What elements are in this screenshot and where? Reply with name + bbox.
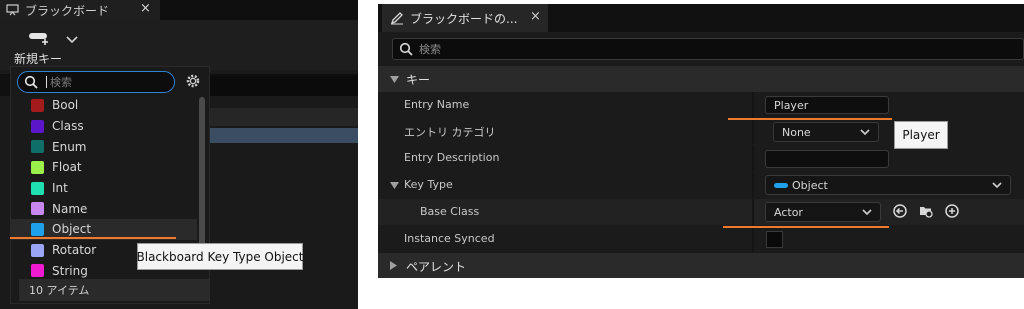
browse-icon[interactable]: [918, 203, 934, 219]
new-key-label: 新規キー: [14, 52, 63, 66]
type-color-swatch: [31, 119, 44, 133]
base-class-row: Base Class Actor: [378, 199, 1024, 225]
combo-value: None: [782, 125, 811, 139]
column-divider: [752, 226, 754, 252]
section-title: キー: [406, 73, 431, 87]
scrollbar[interactable]: [199, 97, 205, 247]
close-icon[interactable]: ×: [140, 1, 151, 16]
close-icon[interactable]: ×: [530, 9, 541, 24]
list-item-enum[interactable]: Enum: [11, 136, 197, 157]
search-field[interactable]: [392, 38, 1024, 60]
collapse-triangle-icon[interactable]: [390, 182, 399, 189]
section-title: ペアレント: [406, 260, 467, 274]
search-input[interactable]: [419, 41, 719, 57]
new-key-button[interactable]: 新規キー: [12, 28, 88, 68]
chevron-down-icon: [992, 182, 1002, 189]
tooltip: Player: [894, 121, 948, 149]
panel-background: [210, 76, 358, 96]
key-list-row: [210, 108, 358, 126]
search-field[interactable]: [17, 71, 175, 93]
item-label: String: [52, 263, 88, 278]
item-label: Bool: [52, 98, 79, 113]
entry-name-field[interactable]: Player: [765, 96, 889, 114]
entry-name-row: Entry Name Player: [378, 92, 1024, 118]
object-type-pill: [774, 182, 788, 188]
instance-synced-row: Instance Synced: [378, 226, 1024, 252]
add-key-icon: [29, 33, 48, 45]
highlight-underline: [728, 118, 892, 120]
list-item-class[interactable]: Class: [11, 116, 197, 137]
search-icon: [24, 75, 38, 89]
type-color-swatch: [31, 98, 44, 112]
type-color-swatch: [31, 160, 44, 174]
instance-synced-checkbox[interactable]: [766, 231, 783, 248]
highlight-underline: [723, 226, 889, 228]
combo-value: Object: [792, 178, 828, 192]
tab-bar: ブラックボードの... ×: [378, 4, 1024, 32]
combo-value: Actor: [774, 205, 803, 219]
tab-blackboard[interactable]: ブラックボード ×: [0, 0, 160, 20]
tab-title: ブラックボードの...: [410, 11, 518, 26]
chevron-down-icon: [66, 36, 78, 44]
chevron-down-icon: [862, 209, 872, 216]
list-item-bool[interactable]: Bool: [11, 95, 197, 116]
expand-triangle-icon: [390, 261, 397, 270]
tab-blackboard-details[interactable]: ブラックボードの... ×: [382, 4, 548, 32]
search-icon: [399, 42, 413, 56]
property-label: Key Type: [404, 178, 453, 191]
type-color-swatch: [31, 264, 44, 278]
column-divider: [752, 118, 754, 144]
item-label: Float: [52, 160, 82, 175]
tooltip: Blackboard Key Type Object: [137, 243, 303, 270]
item-label: Int: [52, 181, 68, 196]
property-label: エントリ カテゴリ: [404, 126, 496, 139]
key-type-combo[interactable]: Object: [765, 175, 1011, 195]
item-label: Object: [52, 222, 92, 237]
entry-category-combo[interactable]: None: [773, 122, 879, 142]
item-label: Enum: [52, 139, 87, 154]
type-color-swatch: [31, 140, 44, 154]
list-item-name[interactable]: Name: [11, 198, 197, 219]
property-label: Entry Description: [404, 151, 500, 164]
column-divider: [752, 92, 754, 118]
tab-title: ブラックボード: [25, 3, 110, 18]
type-color-swatch: [31, 202, 44, 216]
key-list-row-selected[interactable]: [210, 128, 358, 143]
item-label: Rotator: [52, 243, 97, 258]
column-divider: [752, 145, 754, 171]
property-label: Entry Name: [404, 98, 470, 111]
item-label: Class: [52, 119, 84, 134]
column-divider: [752, 172, 754, 198]
monitor-icon: [6, 4, 19, 16]
entry-description-field[interactable]: [765, 150, 889, 168]
type-color-swatch: [31, 222, 44, 236]
use-selected-icon[interactable]: [892, 203, 908, 219]
chevron-down-icon: [860, 129, 870, 136]
base-class-combo[interactable]: Actor: [765, 202, 881, 222]
tab-bar: ブラックボード ×: [0, 0, 358, 20]
search-input[interactable]: [50, 74, 160, 90]
property-label: Instance Synced: [404, 232, 495, 245]
property-label: Base Class: [420, 205, 480, 218]
edit-icon: [390, 12, 403, 25]
text-caret: [46, 76, 47, 88]
add-icon[interactable]: [944, 203, 960, 219]
item-label: Name: [52, 201, 88, 216]
section-key[interactable]: キー: [378, 66, 1024, 92]
type-color-swatch: [31, 181, 44, 195]
highlight-underline: [10, 237, 176, 239]
key-type-row: Key Type Object: [378, 172, 1024, 198]
column-divider: [752, 199, 754, 225]
type-color-swatch: [31, 243, 44, 257]
section-parent[interactable]: ペアレント: [378, 253, 1024, 278]
item-count: 10 アイテム: [19, 279, 209, 301]
collapse-triangle-icon: [390, 76, 399, 83]
list-item-float[interactable]: Float: [11, 157, 197, 178]
toolbar: 新規キー: [0, 20, 358, 70]
list-item-int[interactable]: Int: [11, 178, 197, 199]
gear-icon[interactable]: [185, 73, 201, 89]
